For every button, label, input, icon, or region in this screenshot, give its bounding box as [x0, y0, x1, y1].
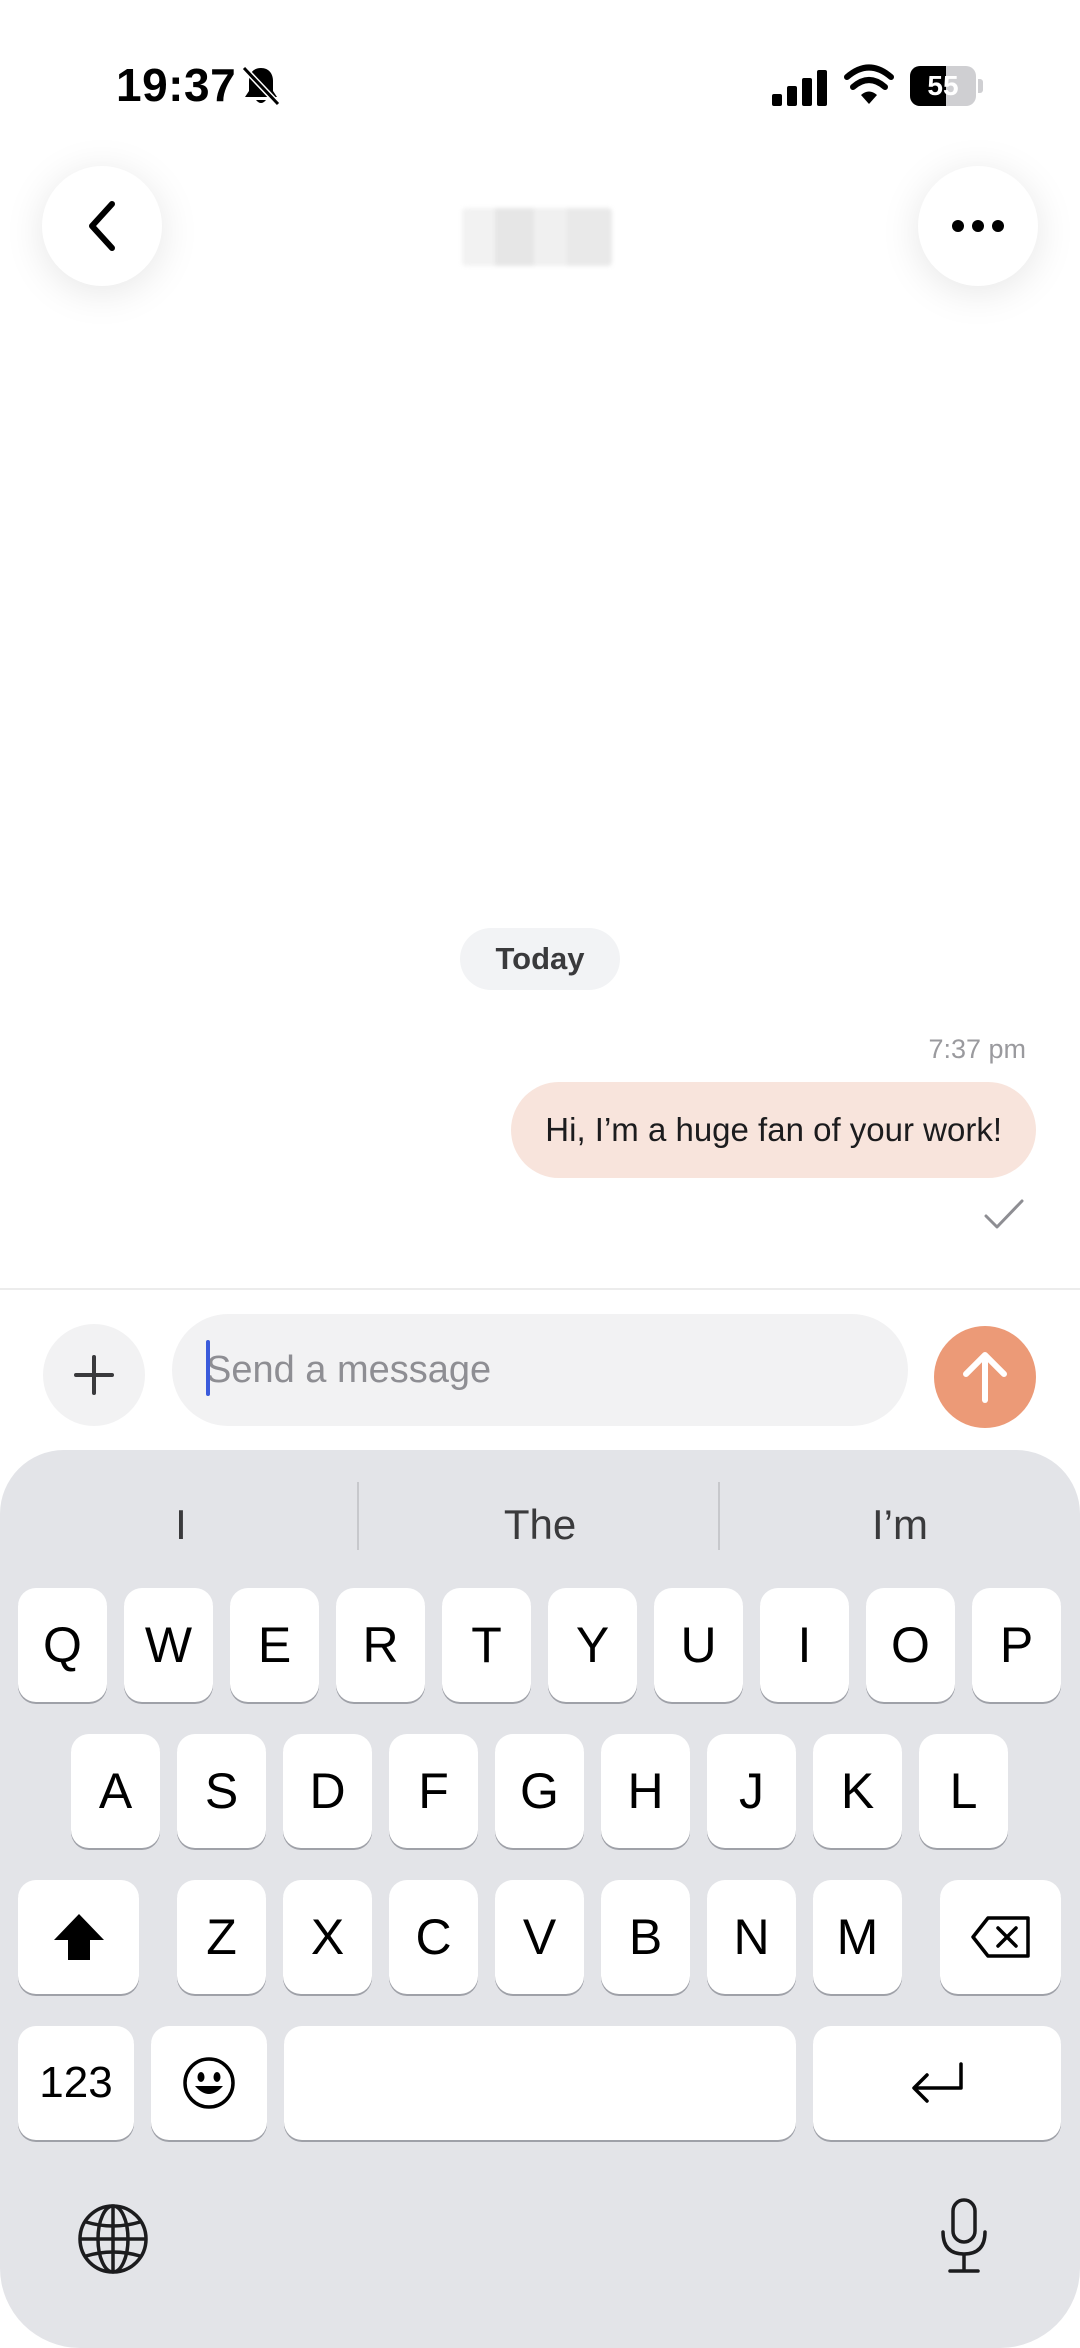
shift-key[interactable]: [18, 1880, 139, 1994]
key-p[interactable]: P: [972, 1588, 1061, 1702]
key-v[interactable]: V: [495, 1880, 584, 1994]
key-b[interactable]: B: [601, 1880, 690, 1994]
battery-icon: 55: [910, 66, 983, 106]
date-separator: Today: [460, 928, 620, 990]
key-z[interactable]: Z: [177, 1880, 266, 1994]
keyboard: I The I’m Q W E R T Y U I O P A S D F G …: [0, 1450, 1080, 2348]
suggestion-divider: [718, 1482, 720, 1550]
numbers-key[interactable]: 123: [18, 2026, 134, 2140]
add-attachment-button[interactable]: [43, 1324, 145, 1426]
status-bar: 19:37 55: [0, 0, 1080, 150]
send-button[interactable]: [934, 1326, 1036, 1428]
suggestion-divider: [357, 1482, 359, 1550]
suggestion-1[interactable]: I: [2, 1480, 360, 1570]
globe-icon[interactable]: [76, 2202, 150, 2276]
emoji-icon: [183, 2057, 235, 2109]
outgoing-message-bubble[interactable]: Hi, I’m a huge fan of your work!: [511, 1082, 1036, 1178]
suggestion-3[interactable]: I’m: [721, 1480, 1079, 1570]
backspace-key[interactable]: [940, 1880, 1061, 1994]
backspace-icon: [970, 1916, 1030, 1958]
text-caret: [206, 1340, 210, 1396]
key-o[interactable]: O: [866, 1588, 955, 1702]
status-time: 19:37: [116, 59, 237, 111]
key-j[interactable]: J: [707, 1734, 796, 1848]
bell-slash-icon: [241, 65, 281, 107]
key-k[interactable]: K: [813, 1734, 902, 1848]
back-button[interactable]: [42, 166, 162, 286]
key-y[interactable]: Y: [548, 1588, 637, 1702]
emoji-key[interactable]: [151, 2026, 267, 2140]
key-w[interactable]: W: [124, 1588, 213, 1702]
key-i[interactable]: I: [760, 1588, 849, 1702]
key-x[interactable]: X: [283, 1880, 372, 1994]
contact-name-blurred: [462, 208, 612, 266]
key-n[interactable]: N: [707, 1880, 796, 1994]
checkmark-icon: [984, 1199, 1024, 1229]
return-icon: [912, 2062, 963, 2103]
chevron-left-icon: [89, 201, 115, 251]
key-d[interactable]: D: [283, 1734, 372, 1848]
chat-screen: 19:37 55 Today 7:37 pm Hi, I’m a huge fa…: [0, 0, 1080, 2348]
key-s[interactable]: S: [177, 1734, 266, 1848]
ellipsis-icon: [952, 220, 1004, 232]
shift-icon: [53, 1914, 104, 1960]
space-key[interactable]: [284, 2026, 796, 2140]
arrow-up-icon: [963, 1352, 1007, 1403]
key-g[interactable]: G: [495, 1734, 584, 1848]
cellular-signal-icon: [772, 70, 827, 106]
key-h[interactable]: H: [601, 1734, 690, 1848]
key-c[interactable]: C: [389, 1880, 478, 1994]
key-e[interactable]: E: [230, 1588, 319, 1702]
key-m[interactable]: M: [813, 1880, 902, 1994]
key-u[interactable]: U: [654, 1588, 743, 1702]
microphone-icon[interactable]: [936, 2196, 992, 2276]
message-input[interactable]: [172, 1314, 908, 1426]
battery-percent: 55: [927, 70, 959, 101]
key-a[interactable]: A: [71, 1734, 160, 1848]
return-key[interactable]: [813, 2026, 1061, 2140]
key-q[interactable]: Q: [18, 1588, 107, 1702]
key-f[interactable]: F: [389, 1734, 478, 1848]
more-options-button[interactable]: [918, 166, 1038, 286]
suggestion-2[interactable]: The: [361, 1480, 719, 1570]
composer-divider: [0, 1288, 1080, 1290]
key-t[interactable]: T: [442, 1588, 531, 1702]
wifi-icon: [844, 64, 894, 104]
key-l[interactable]: L: [919, 1734, 1008, 1848]
plus-icon: [74, 1355, 114, 1395]
key-r[interactable]: R: [336, 1588, 425, 1702]
message-timestamp: 7:37 pm: [928, 1034, 1026, 1064]
